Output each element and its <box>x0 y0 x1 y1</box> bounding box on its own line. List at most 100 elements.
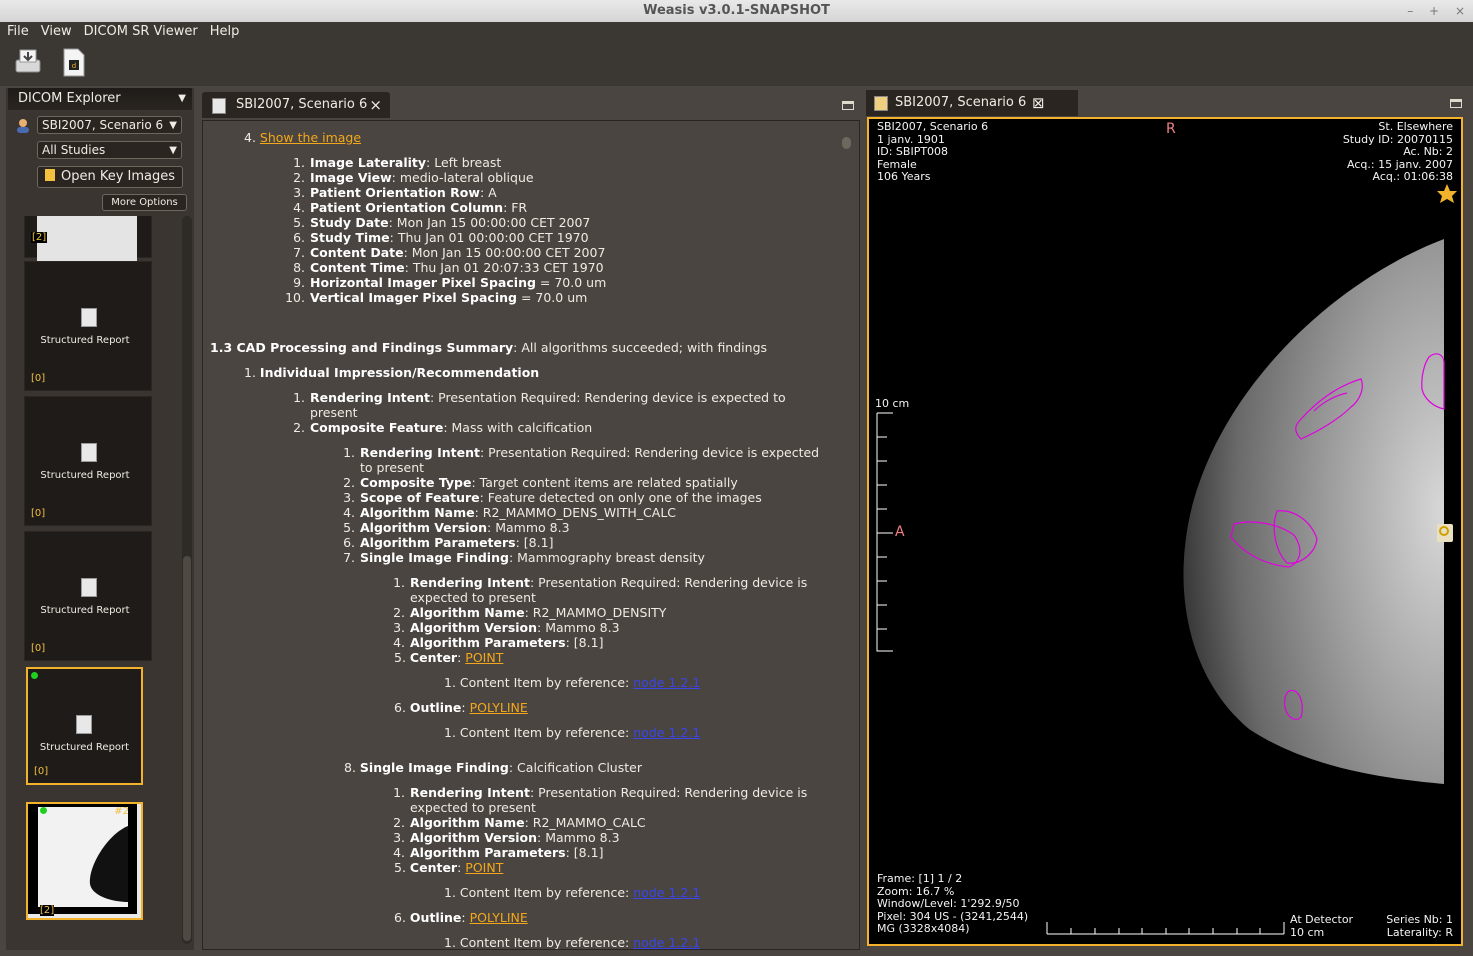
series-number: Series Nb: 1 <box>1386 913 1453 926</box>
center-item: 5. Center: POINT <box>394 860 504 875</box>
menu-dicom-sr-viewer[interactable]: DICOM SR Viewer <box>77 22 203 39</box>
series-thumbnail[interactable]: Structured Report [0] <box>24 396 152 526</box>
maximize-button[interactable]: + <box>1429 4 1439 18</box>
list-number: 1. <box>393 785 405 800</box>
list-number: 7. <box>293 245 305 260</box>
finding2-value: : Calcification Cluster <box>508 760 642 775</box>
series-thumbnail-selected[interactable]: #2 [2] <box>26 802 143 920</box>
patient-select[interactable]: SBI2007, Scenario 6 ▼ <box>37 116 182 134</box>
list-item: 8. Content Time: Thu Jan 01 20:07:33 CET … <box>285 260 604 275</box>
list-item: 1. Rendering Intent: Presentation Require… <box>335 445 819 460</box>
series-thumbnail[interactable]: [2] <box>24 216 152 281</box>
polyline-link[interactable]: POLYLINE <box>470 910 528 925</box>
image-viewer-tab[interactable]: SBI2007, Scenario 6 ⊠ <box>866 90 1078 116</box>
list-item: 5. Algorithm Version: Mammo 8.3 <box>335 520 569 535</box>
dicom-image-viewer[interactable]: SBI2007, Scenario 6 1 janv. 1901 ID: SBI… <box>867 117 1463 946</box>
close-button[interactable]: × <box>1455 4 1465 18</box>
sr-scrollbar[interactable] <box>840 124 854 944</box>
maximize-panel-icon[interactable] <box>842 101 854 110</box>
list-item: 10. Vertical Imager Pixel Spacing = 70.0 … <box>285 290 587 305</box>
list-number: 2. <box>393 815 405 830</box>
list-number: 4. <box>343 505 355 520</box>
dicom-explorer-tab[interactable]: DICOM Explorer ▼ <box>8 88 192 110</box>
sr-scrollbar-thumb[interactable] <box>842 137 851 149</box>
item-value: : R2_MAMMO_DENS_WITH_CALC <box>474 505 677 520</box>
image-info-overlay: Frame: [1] 1 / 2 Zoom: 16.7 % Window/Lev… <box>877 872 1028 936</box>
item-value: : Thu Jan 01 00:00:00 CET 1970 <box>389 230 589 245</box>
patient-id: ID: SBIPT008 <box>877 145 949 158</box>
item-value: : R2_MAMMO_DENSITY <box>524 605 667 620</box>
item-key: Algorithm Version <box>360 520 488 535</box>
minimize-button[interactable]: – <box>1407 4 1413 18</box>
dicom-file-icon[interactable]: d <box>58 46 90 78</box>
viewer-tab-label: SBI2007, Scenario 6 <box>895 95 1027 110</box>
list-number: 9. <box>293 275 305 290</box>
outline-item: 6. Outline: POLYLINE <box>394 910 528 925</box>
institution-name: St. Elsewhere <box>1378 120 1453 133</box>
node-reference-link[interactable]: node 1.2.1 <box>633 675 700 690</box>
list-number: 2. <box>393 605 405 620</box>
image-icon <box>874 96 888 111</box>
polyline-link[interactable]: POLYLINE <box>470 700 528 715</box>
list-number: 1. <box>444 725 456 740</box>
series-thumbnail[interactable]: Structured Report [0] <box>24 531 152 661</box>
reference-item: 1. Content Item by reference: node 1.2.1 <box>444 885 700 900</box>
item-value: : [8.1] <box>515 535 554 550</box>
point-link[interactable]: POINT <box>465 860 503 875</box>
series-label: Structured Report <box>39 742 130 753</box>
list-number: 10. <box>285 290 305 305</box>
item-value: : Presentation Required: Rendering devic… <box>479 445 820 460</box>
list-number: 7. <box>343 550 355 565</box>
menu-file[interactable]: File <box>0 22 34 39</box>
maximize-panel-icon[interactable] <box>1450 99 1462 108</box>
item-key: Rendering Intent <box>410 575 530 590</box>
detector-label: At Detector <box>1290 913 1354 926</box>
window-titlebar: Weasis v3.0.1-SNAPSHOT – + × <box>0 0 1473 23</box>
close-tab-icon[interactable]: ⊠ <box>1032 90 1045 116</box>
sr-viewer-tab[interactable]: SBI2007, Scenario 6 × <box>202 92 390 118</box>
open-key-images-button[interactable]: Open Key Images <box>37 166 183 188</box>
import-dicom-icon[interactable] <box>12 46 44 78</box>
list-number: 4. <box>244 130 256 145</box>
reference-text: Content Item by reference: <box>459 885 634 900</box>
list-number: 1. <box>444 885 456 900</box>
center-key: Center <box>409 860 458 875</box>
impression-title: Individual Impression/Recommendation <box>259 365 540 380</box>
list-number: 3. <box>343 490 355 505</box>
item-key: Algorithm Name <box>360 505 475 520</box>
item-key: Rendering Intent <box>410 785 530 800</box>
item-key: Composite Feature <box>310 420 444 435</box>
image-count: [2] <box>31 232 48 243</box>
item-key: Horizontal Imager Pixel Spacing <box>310 275 536 290</box>
list-item: 9. Horizontal Imager Pixel Spacing = 70.0… <box>285 275 606 290</box>
item-value: : medio-lateral oblique <box>391 170 534 185</box>
point-link[interactable]: POINT <box>465 650 503 665</box>
more-options-button[interactable]: More Options <box>102 194 187 211</box>
list-number: 6. <box>394 910 406 925</box>
list-number: 1. <box>244 365 256 380</box>
list-number: 2. <box>293 420 305 435</box>
patient-icon <box>16 118 30 137</box>
explorer-scrollbar-thumb[interactable] <box>183 556 191 941</box>
item-key: Algorithm Name <box>410 605 525 620</box>
item-key: Rendering Intent <box>310 390 430 405</box>
series-thumbnail-selected[interactable]: Structured Report [0] <box>26 667 143 785</box>
node-reference-link[interactable]: node 1.2.1 <box>633 935 700 949</box>
list-number: 4. <box>393 845 405 860</box>
node-reference-link[interactable]: node 1.2.1 <box>633 725 700 740</box>
menu-help[interactable]: Help <box>203 22 245 39</box>
svg-text:d: d <box>72 62 76 70</box>
node-reference-link[interactable]: node 1.2.1 <box>633 885 700 900</box>
close-tab-icon[interactable]: × <box>369 92 382 118</box>
series-thumbnail[interactable]: Structured Report [0] <box>24 261 152 391</box>
item-key: Patient Orientation Row <box>310 185 480 200</box>
image-count: [0] <box>31 373 46 384</box>
item-value: : Mass with calcification <box>443 420 593 435</box>
reference-text: Content Item by reference: <box>459 675 634 690</box>
orientation-top-label: R <box>1166 121 1176 137</box>
chevron-down-icon[interactable]: ▼ <box>178 88 186 110</box>
list-item: 4. Patient Orientation Column: FR <box>285 200 527 215</box>
studies-select[interactable]: All Studies ▼ <box>37 141 182 159</box>
menu-view[interactable]: View <box>34 22 77 39</box>
show-image-link[interactable]: Show the image <box>260 130 361 145</box>
